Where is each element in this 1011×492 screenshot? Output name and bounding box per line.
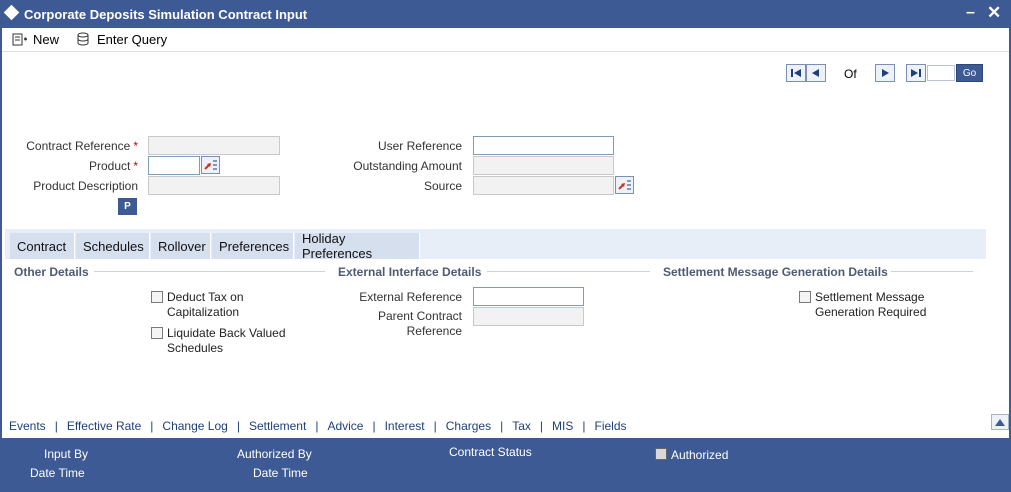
first-icon (791, 69, 801, 77)
section-divider (94, 271, 325, 272)
product-description-field[interactable] (148, 176, 280, 195)
minimize-icon[interactable]: – (966, 4, 975, 22)
page-number-input[interactable] (927, 65, 955, 81)
next-record-button[interactable] (875, 64, 895, 82)
tab-strip: Contract Schedules Rollover Preferences … (5, 229, 986, 261)
window-title: Corporate Deposits Simulation Contract I… (24, 7, 308, 22)
external-reference-field[interactable] (473, 287, 584, 306)
authorized-by-label: Authorized By (237, 447, 312, 461)
link-effective-rate[interactable]: Effective Rate (65, 419, 143, 433)
link-mis[interactable]: MIS (550, 419, 575, 433)
section-divider (487, 271, 650, 272)
liquidate-back-valued-label: Liquidate Back Valued Schedules (167, 326, 286, 355)
close-icon[interactable]: ✕ (987, 3, 1001, 23)
link-fields[interactable]: Fields (593, 419, 629, 433)
link-charges[interactable]: Charges (444, 419, 493, 433)
other-details-header: Other Details (14, 265, 89, 279)
contract-status-label: Contract Status (449, 445, 532, 459)
title-bar: Corporate Deposits Simulation Contract I… (0, 0, 1011, 28)
outstanding-amount-label: Outstanding Amount (353, 159, 462, 173)
new-label: New (33, 31, 60, 47)
tab-schedules[interactable]: Schedules (76, 233, 150, 259)
liquidate-back-valued-checkbox[interactable] (151, 327, 163, 339)
parent-contract-reference-field[interactable] (473, 307, 584, 326)
date-time-label: Date Time (30, 466, 85, 480)
settlement-message-checkbox[interactable] (799, 291, 811, 303)
link-settlement[interactable]: Settlement (247, 419, 308, 433)
of-label: Of (844, 67, 857, 81)
contract-reference-field[interactable] (148, 136, 280, 155)
last-record-button[interactable] (906, 64, 926, 82)
tab-contract[interactable]: Contract (10, 233, 75, 259)
next-icon (882, 69, 889, 77)
tab-holiday-preferences[interactable]: Holiday Preferences (295, 231, 420, 261)
p-button[interactable]: P (118, 198, 137, 215)
auth-date-time-label: Date Time (253, 466, 308, 480)
link-advice[interactable]: Advice (325, 419, 365, 433)
database-query-icon (77, 32, 89, 46)
tab-preferences[interactable]: Preferences (212, 233, 294, 259)
contract-reference-label: Contract Reference * (26, 139, 138, 153)
deduct-tax-label: Deduct Tax on Capitalization (167, 290, 244, 319)
settlement-message-label: Settlement Message Generation Required (815, 290, 927, 319)
go-button[interactable]: Go (956, 64, 983, 82)
new-button[interactable]: New (12, 30, 59, 48)
scroll-up-button[interactable] (991, 414, 1009, 430)
product-lov-button[interactable] (201, 156, 220, 174)
enter-query-button[interactable]: Enter Query (76, 30, 167, 48)
new-icon (12, 33, 27, 46)
first-record-button[interactable] (786, 64, 806, 82)
product-description-label: Product Description (33, 179, 138, 193)
authorized-label: Authorized (671, 448, 729, 462)
authorized-checkbox[interactable] (655, 448, 667, 460)
settlement-message-header: Settlement Message Generation Details (663, 265, 888, 279)
list-of-values-icon (618, 180, 631, 190)
input-by-label: Input By (44, 447, 89, 461)
section-divider (891, 271, 973, 272)
link-events[interactable]: Events (7, 419, 48, 433)
previous-record-button[interactable] (806, 64, 826, 82)
source-field[interactable] (473, 176, 614, 195)
user-reference-label: User Reference (377, 139, 462, 153)
previous-icon (812, 69, 819, 77)
source-lov-button[interactable] (615, 176, 634, 194)
link-tax[interactable]: Tax (510, 419, 533, 433)
tab-rollover[interactable]: Rollover (151, 233, 211, 259)
list-of-values-icon (204, 160, 217, 170)
product-label: Product * (88, 159, 138, 173)
external-interface-header: External Interface Details (338, 265, 482, 279)
source-label: Source (423, 179, 462, 193)
enter-query-label: Enter Query (97, 31, 168, 47)
external-reference-label: External Reference (359, 290, 462, 304)
audit-footer: Input By Date Time Authorized By Date Ti… (2, 438, 1009, 490)
link-interest[interactable]: Interest (383, 419, 427, 433)
arrow-up-icon (995, 418, 1005, 426)
toolbar: New Enter Query (2, 28, 1009, 52)
product-field[interactable] (148, 156, 200, 175)
outstanding-amount-field[interactable] (473, 156, 614, 175)
sub-screen-link-bar: Events | Effective Rate | Change Log | Sett… (2, 414, 990, 438)
link-change-log[interactable]: Change Log (160, 419, 229, 433)
deduct-tax-checkbox[interactable] (151, 291, 163, 303)
parent-contract-reference-label: Parent Contract Reference (377, 309, 462, 338)
user-reference-field[interactable] (473, 136, 614, 155)
window-diamond-icon (3, 4, 20, 21)
last-icon (911, 69, 921, 77)
